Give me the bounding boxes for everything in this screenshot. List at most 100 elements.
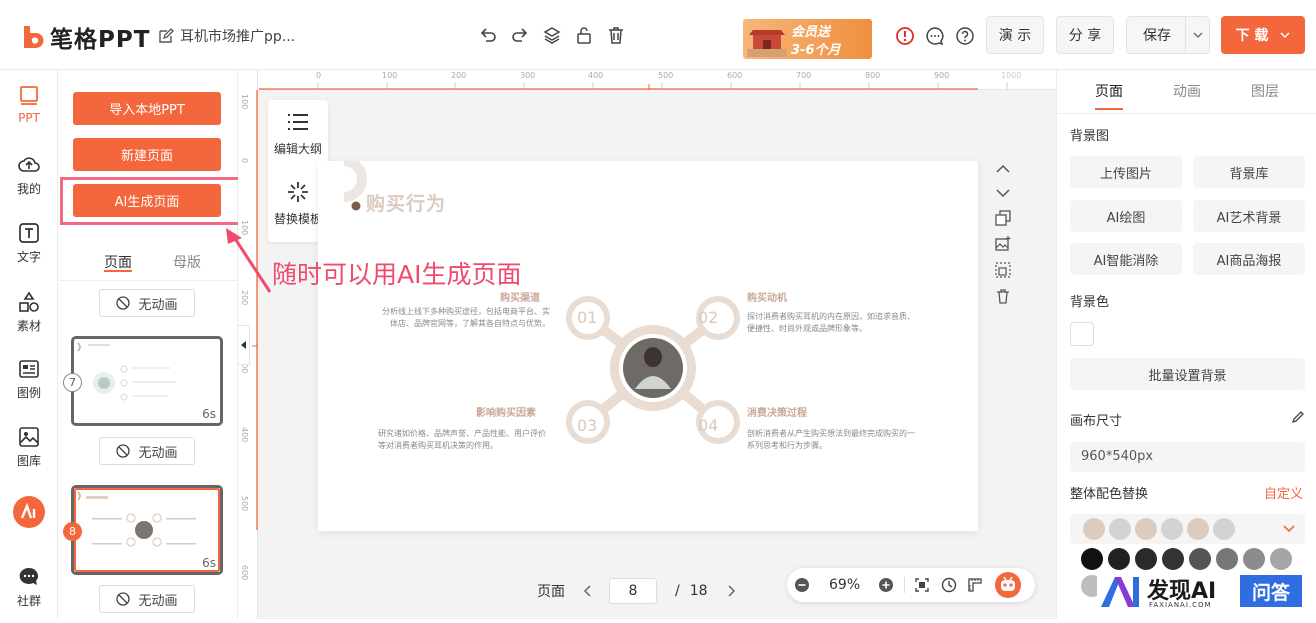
color-swatch[interactable] xyxy=(1135,548,1157,570)
present-button[interactable]: 演 示 xyxy=(986,16,1044,54)
no-animation-button[interactable]: 无动画 xyxy=(99,585,195,613)
section-heading: 消费决策过程 xyxy=(747,408,807,419)
current-page-input[interactable]: 8 xyxy=(609,578,657,604)
redo-icon[interactable] xyxy=(510,24,530,46)
annotation-text: 随时可以用AI生成页面 xyxy=(272,260,522,289)
nav-mine[interactable]: 我的 xyxy=(0,153,58,197)
ruler-left-label: 500 xyxy=(240,496,249,512)
palette-swatch xyxy=(1161,518,1183,540)
nav-ppt[interactable]: PPT xyxy=(0,84,58,125)
tab-animation[interactable]: 动画 xyxy=(1173,81,1201,101)
nav-community[interactable]: 社群 xyxy=(0,565,58,609)
slide-thumbnail[interactable]: 6s xyxy=(71,336,223,426)
color-swatch[interactable] xyxy=(1162,548,1184,570)
left-nav: PPT 我的 文字 素材 图例 图库 社群 xyxy=(0,70,58,619)
slide-title[interactable]: 购买行为 xyxy=(366,189,446,216)
caret-left-icon xyxy=(240,341,246,349)
nav-text-label: 文字 xyxy=(16,250,41,264)
nav-ai[interactable] xyxy=(0,495,58,529)
palette-dropdown[interactable] xyxy=(1070,514,1305,544)
ai-art-bg-button[interactable]: AI艺术背景 xyxy=(1193,200,1305,232)
watermark-tag: 问答 xyxy=(1240,575,1302,607)
prev-page-icon[interactable] xyxy=(583,585,591,597)
help-icon[interactable] xyxy=(955,26,975,46)
undo-icon[interactable] xyxy=(478,24,498,46)
zoom-out-icon[interactable] xyxy=(794,577,810,593)
ai-draw-button[interactable]: AI绘图 xyxy=(1070,200,1182,232)
highlight-box xyxy=(60,177,242,225)
upload-image-button[interactable]: 上传图片 xyxy=(1070,156,1182,188)
ruler-left-label: 600 xyxy=(240,565,249,581)
chat-icon[interactable] xyxy=(925,26,945,46)
no-animation-button[interactable]: 无动画 xyxy=(99,289,195,317)
color-swatch[interactable] xyxy=(1081,548,1103,570)
slide-canvas[interactable]: 购买行为 01 02 03 04 购买渠道 分析线上线下多种购买途径，包括电商平… xyxy=(318,161,978,531)
nav-examples[interactable]: 图例 xyxy=(0,357,58,401)
divider xyxy=(58,280,238,281)
history-icon[interactable] xyxy=(941,577,957,593)
no-animation-button[interactable]: 无动画 xyxy=(99,437,195,465)
bg-library-button[interactable]: 背景库 xyxy=(1193,156,1305,188)
zoom-value[interactable]: 69% xyxy=(829,577,860,593)
color-swatch[interactable] xyxy=(1216,548,1238,570)
ruler-top-label: 700 xyxy=(796,71,812,80)
lock-icon[interactable] xyxy=(574,24,594,46)
new-page-button[interactable]: 新建页面 xyxy=(73,138,221,171)
copy-icon[interactable] xyxy=(995,210,1011,226)
ruler-toggle-icon[interactable] xyxy=(967,577,983,593)
next-page-icon[interactable] xyxy=(728,585,736,597)
nav-gallery[interactable]: 图库 xyxy=(0,425,58,469)
tab-active-underline xyxy=(104,270,132,272)
delete-icon[interactable] xyxy=(995,288,1011,304)
color-swatch[interactable] xyxy=(1189,548,1211,570)
trash-icon[interactable] xyxy=(606,24,626,46)
membership-promo-banner[interactable]: 会员送 3-6个月 xyxy=(743,19,872,59)
layers-icon[interactable] xyxy=(542,24,562,46)
chevron-down-icon xyxy=(1280,32,1290,38)
ruler-left-label: 400 xyxy=(240,427,249,443)
pager-separator: / xyxy=(675,583,680,599)
fit-screen-icon[interactable] xyxy=(915,577,929,593)
section-text: 剖析消费者从产生购买想法到最终完成购买的一系列思考和行为步骤。 xyxy=(747,429,915,450)
batch-bg-button[interactable]: 批量设置背景 xyxy=(1070,358,1305,390)
section-heading: 购买动机 xyxy=(747,293,787,304)
canvas-size-field[interactable]: 960*540px xyxy=(1070,442,1305,472)
promo-line-2: 3-6个月 xyxy=(791,43,841,58)
crop-image-icon[interactable] xyxy=(995,262,1011,278)
ai-erase-button[interactable]: AI智能消除 xyxy=(1070,243,1182,275)
chevron-up-icon[interactable] xyxy=(995,164,1011,174)
collapse-panel-handle[interactable] xyxy=(238,325,250,365)
chevron-down-icon[interactable] xyxy=(1185,17,1209,53)
zoom-in-icon[interactable] xyxy=(878,577,894,593)
import-ppt-button[interactable]: 导入本地PPT xyxy=(73,92,221,125)
brand-logo[interactable]: 笔格PPT xyxy=(22,20,150,54)
download-button[interactable]: 下 载 xyxy=(1221,16,1305,54)
pencil-icon[interactable] xyxy=(1291,410,1305,424)
tab-master[interactable]: 母版 xyxy=(173,252,201,272)
tab-active-underline xyxy=(1095,108,1123,110)
edit-outline-button[interactable]: 编辑大纲 xyxy=(268,112,328,157)
ai-product-poster-button[interactable]: AI商品海报 xyxy=(1193,243,1305,275)
bg-color-swatch[interactable] xyxy=(1070,322,1094,346)
alert-icon[interactable] xyxy=(895,26,915,46)
tab-layers[interactable]: 图层 xyxy=(1251,81,1279,101)
color-swatch[interactable] xyxy=(1270,548,1292,570)
color-swatch[interactable] xyxy=(1108,548,1130,570)
nav-materials[interactable]: 素材 xyxy=(0,290,58,334)
nav-text[interactable]: 文字 xyxy=(0,221,58,265)
document-title-text: 耳机市场推广pp... xyxy=(180,29,296,45)
color-swatch[interactable] xyxy=(1243,548,1265,570)
custom-color-link[interactable]: 自定义 xyxy=(1264,483,1303,502)
add-image-icon[interactable] xyxy=(995,236,1011,252)
document-title[interactable]: 耳机市场推广pp... xyxy=(158,26,295,46)
slide-thumbnail-preview xyxy=(77,342,176,401)
download-button-label: 下 载 xyxy=(1235,28,1269,44)
chevron-down-icon[interactable] xyxy=(995,188,1011,198)
share-button[interactable]: 分 享 xyxy=(1056,16,1114,54)
tab-page[interactable]: 页面 xyxy=(1095,81,1123,101)
text-icon xyxy=(19,223,39,243)
assistant-robot-icon[interactable] xyxy=(994,571,1022,599)
tab-pages-label: 页面 xyxy=(104,255,132,271)
slide-thumbnail-active[interactable]: 6s xyxy=(71,485,223,575)
save-button[interactable]: 保存 xyxy=(1126,16,1210,54)
